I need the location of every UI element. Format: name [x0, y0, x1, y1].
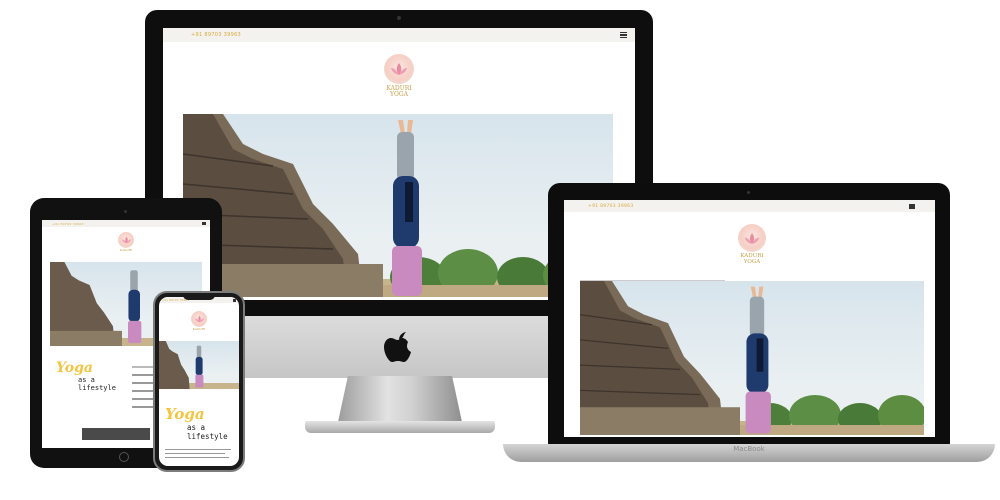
- lotus-logo-icon: [738, 224, 766, 252]
- tagline-lifestyle: lifestyle: [78, 384, 116, 392]
- logo-text-top: KADURI: [119, 248, 133, 252]
- hero-image: [159, 341, 239, 389]
- tagline-yoga: Yoga: [56, 360, 93, 376]
- tagline-as-a: as a: [78, 376, 95, 384]
- top-bar: +91 89703 39963: [42, 220, 210, 227]
- tagline-lifestyle: lifestyle: [187, 432, 228, 441]
- hamburger-menu-icon[interactable]: [202, 222, 206, 225]
- hamburger-menu-icon[interactable]: [620, 32, 627, 38]
- macbook-camera: [747, 191, 750, 194]
- phone-number[interactable]: +91 89703 39963: [52, 222, 84, 226]
- apple-logo-icon: [384, 332, 411, 362]
- logo-text-bottom: YOGA: [389, 91, 408, 98]
- responsive-mockup: +91 89703 39963 KADURI YOGA +91 89703 39…: [0, 0, 1000, 500]
- macbook-label: MacBook: [733, 445, 765, 453]
- hamburger-menu-icon[interactable]: [909, 203, 915, 209]
- top-bar: +91 89703 39963: [564, 200, 935, 212]
- headstand-figure: [128, 270, 142, 344]
- imac-stand-foot: [305, 421, 495, 433]
- macbook-website: +91 89703 39963 KADURI YOGA: [564, 200, 935, 437]
- lotus-logo-icon: [118, 232, 134, 248]
- hamburger-menu-icon[interactable]: [233, 298, 236, 302]
- tagline-as-a: as a: [187, 423, 206, 432]
- imac-camera: [397, 16, 401, 20]
- logo-text-bottom: YOGA: [743, 258, 761, 265]
- yoga-lifestyle-tagline: Yoga as a lifestyle: [165, 405, 237, 441]
- headstand-figure: [195, 345, 204, 388]
- phone-number[interactable]: +91 89703 39963: [191, 32, 241, 38]
- phone-number[interactable]: +91 89703 39963: [588, 204, 634, 209]
- hero-image: [580, 281, 924, 435]
- headstand-figure: [745, 286, 771, 434]
- lotus-logo-icon: [191, 311, 207, 327]
- site-logo[interactable]: KADURI YOGA: [377, 54, 421, 98]
- temple-illustration: [159, 341, 190, 389]
- headstand-figure: [392, 120, 422, 296]
- imac-stand: [338, 376, 462, 422]
- tagline-yoga: Yoga: [165, 405, 205, 423]
- yoga-lifestyle-tagline: Yoga as a lifestyle: [56, 360, 136, 392]
- logo-text-top: KADURI: [192, 327, 206, 331]
- iphone-notch: [183, 294, 215, 300]
- site-logo[interactable]: KADURI: [188, 311, 210, 331]
- ipad-home-button: [119, 452, 129, 462]
- iphone-website: +91 89703 39963 KADURI Yoga as a lifesty…: [159, 297, 239, 466]
- site-logo[interactable]: KADURI: [114, 232, 138, 252]
- ipad-camera: [124, 210, 127, 213]
- video-thumbnail[interactable]: [82, 428, 150, 440]
- top-bar: +91 89703 39963: [163, 28, 635, 42]
- temple-illustration: [50, 262, 122, 346]
- site-logo[interactable]: KADURI YOGA: [732, 224, 772, 265]
- temple-illustration: [580, 281, 740, 435]
- lotus-logo-icon: [384, 54, 414, 84]
